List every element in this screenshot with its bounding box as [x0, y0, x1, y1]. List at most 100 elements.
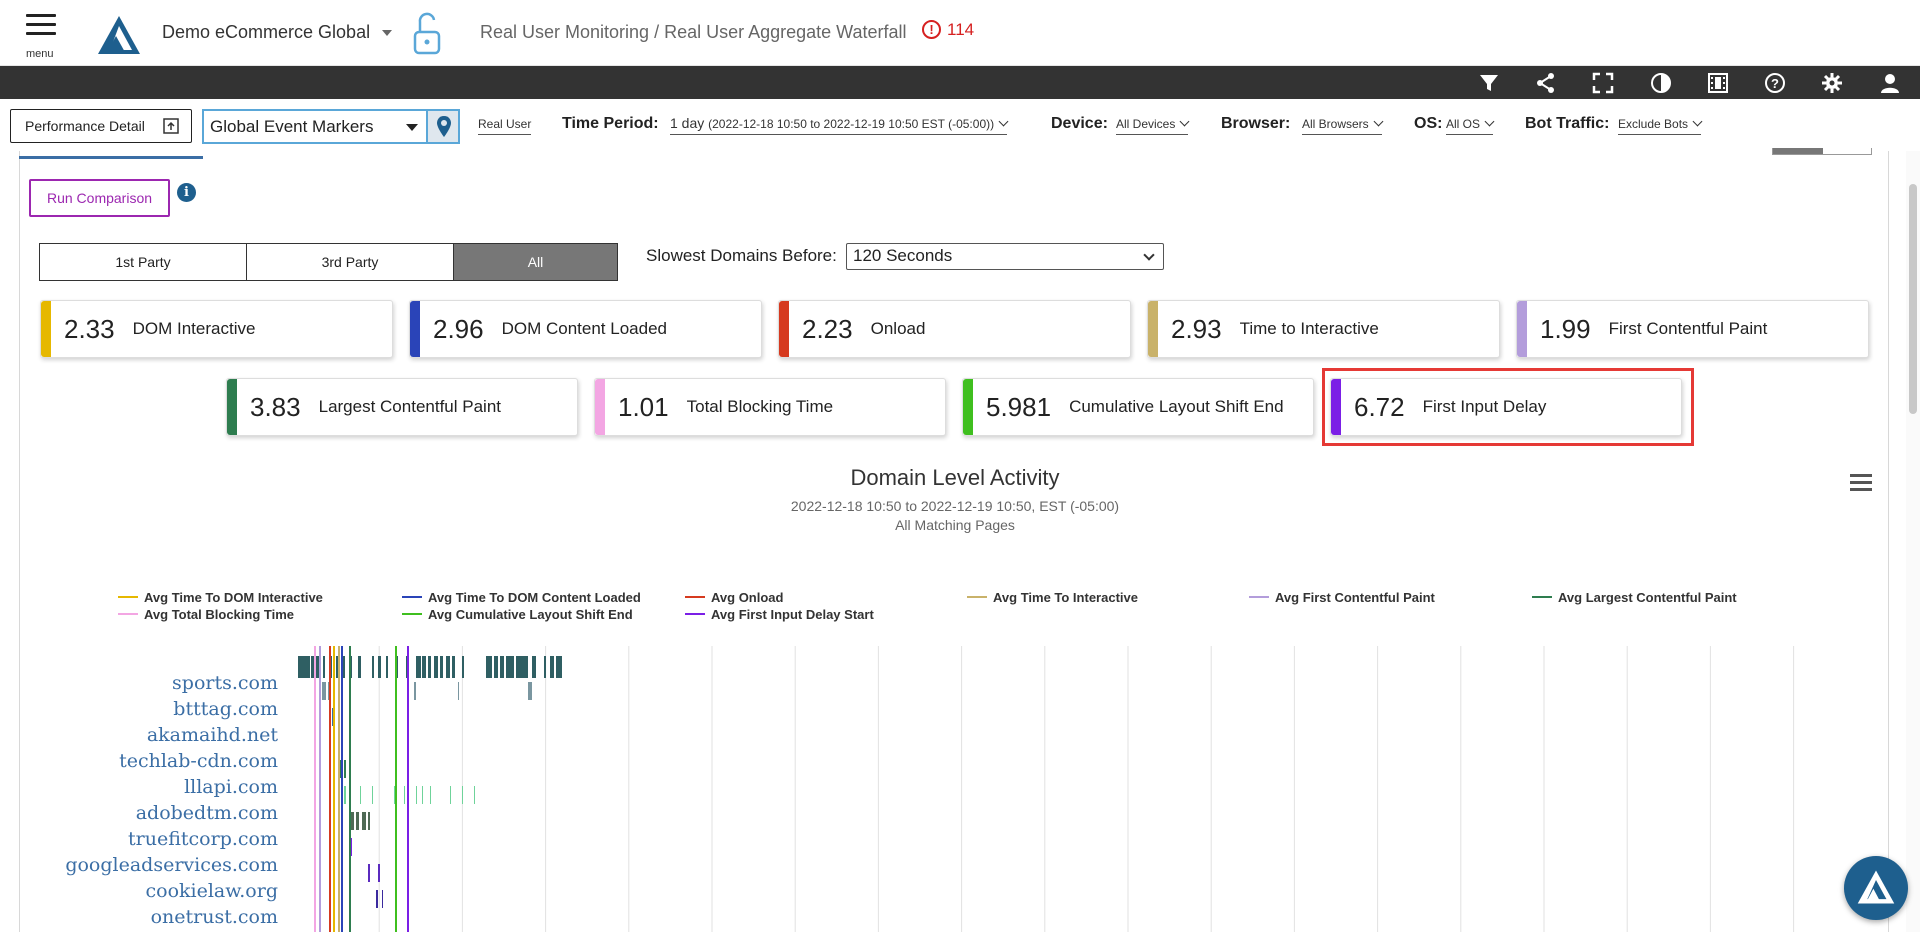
metric-value: 2.96 — [433, 313, 484, 344]
share-icon[interactable] — [1535, 72, 1557, 94]
user-icon[interactable] — [1879, 72, 1901, 94]
domain-label[interactable]: techlab-cdn.com — [119, 750, 278, 772]
tab-3rd-party[interactable]: 3rd Party — [246, 243, 454, 281]
domain-label[interactable]: cookielaw.org — [146, 880, 279, 902]
device-select[interactable]: All Devices — [1116, 116, 1190, 135]
data-source-select[interactable]: Real User — [478, 117, 532, 135]
activity-bar — [404, 786, 405, 804]
activity-bar — [486, 656, 492, 678]
domain-label[interactable]: lllapi.com — [184, 776, 278, 798]
tab-all[interactable]: All — [453, 243, 618, 281]
info-icon[interactable]: i — [177, 183, 196, 202]
activity-bar — [344, 760, 346, 778]
metric-label: DOM Interactive — [132, 319, 256, 338]
activity-bar — [368, 864, 370, 882]
app-logo-icon — [1857, 870, 1895, 904]
metric-value: 2.93 — [1171, 313, 1222, 344]
legend-item[interactable]: Avg Onload — [685, 590, 783, 605]
metric-value: 2.33 — [64, 313, 115, 344]
metric-value: 1.01 — [618, 391, 669, 422]
legend-item[interactable]: Avg Time To DOM Content Loaded — [402, 590, 641, 605]
bot-traffic-value: Exclude Bots — [1618, 117, 1689, 131]
legend-item[interactable]: Avg First Contentful Paint — [1249, 590, 1435, 605]
fullscreen-icon[interactable] — [1592, 72, 1614, 94]
activity-bar — [376, 890, 378, 908]
activity-bar — [422, 656, 426, 678]
activity-bar — [522, 656, 528, 678]
chevron-down-icon — [1143, 249, 1155, 261]
svg-text:?: ? — [1771, 76, 1779, 91]
highlight-box — [1322, 368, 1694, 446]
legend-item[interactable]: Avg First Input Delay Start — [685, 607, 874, 622]
legend-swatch — [402, 613, 422, 615]
activity-bar — [344, 786, 346, 804]
chart-subtitle: 2022-12-18 10:50 to 2022-12-19 10:50, ES… — [790, 498, 1120, 514]
legend-item[interactable]: Avg Time To DOM Interactive — [118, 590, 323, 605]
filter-bar: Performance Detail Global Event Markers … — [0, 99, 1920, 151]
assistant-button[interactable] — [1844, 856, 1908, 920]
domain-label[interactable]: sports.com — [172, 672, 278, 694]
metric-value: 1.99 — [1540, 313, 1591, 344]
browser-select[interactable]: All Browsers — [1302, 116, 1384, 135]
activity-bar — [516, 656, 522, 678]
activity-bar — [500, 656, 504, 678]
os-select[interactable]: All OS — [1446, 116, 1495, 135]
app-header: menu Demo eCommerce Global Real User Mon… — [0, 0, 1920, 66]
legend-label: Avg Cumulative Layout Shift End — [428, 607, 633, 622]
domain-label[interactable]: akamaihd.net — [147, 724, 278, 746]
legend-label: Avg Time To Interactive — [993, 590, 1138, 605]
tab-1st-party[interactable]: 1st Party — [39, 243, 247, 281]
help-icon[interactable]: ? — [1764, 72, 1786, 94]
metric-label: DOM Content Loaded — [501, 319, 667, 338]
slowest-domains-select[interactable]: 120 Seconds — [846, 243, 1164, 270]
domain-label[interactable]: adobedtm.com — [136, 802, 278, 824]
device-value: All Devices — [1116, 117, 1176, 131]
legend-item[interactable]: Avg Total Blocking Time — [118, 607, 294, 622]
legend-swatch — [402, 596, 422, 598]
legend-item[interactable]: Avg Largest Contentful Paint — [1532, 590, 1737, 605]
legend-label: Avg Total Blocking Time — [144, 607, 295, 622]
device-label: Device: — [1051, 115, 1108, 132]
activity-bar — [528, 682, 532, 700]
chevron-down-icon[interactable] — [382, 30, 392, 36]
menu-button[interactable] — [26, 14, 58, 48]
activity-bar — [494, 656, 498, 678]
contrast-icon[interactable] — [1650, 72, 1672, 94]
metric-card: 2.93 Time to Interactive — [1147, 300, 1500, 358]
view-toggle[interactable] — [1772, 148, 1872, 155]
scrollbar-thumb[interactable] — [1909, 184, 1917, 414]
run-comparison-button[interactable]: Run Comparison — [29, 179, 170, 217]
chart-menu-icon[interactable] — [1850, 474, 1872, 494]
domain-label[interactable]: truefitcorp.com — [128, 828, 278, 850]
metric-label: First Contentful Paint — [1608, 319, 1768, 338]
activity-bar — [386, 656, 388, 678]
event-marker-pin-button[interactable] — [426, 109, 460, 144]
metric-color-bar — [1517, 301, 1527, 357]
metric-card: 2.33 DOM Interactive — [40, 300, 393, 358]
legend-label: Avg Time To DOM Interactive — [144, 590, 323, 605]
legend-label: Avg Largest Contentful Paint — [1558, 590, 1737, 605]
film-icon[interactable] — [1707, 72, 1729, 94]
settings-icon[interactable] — [1821, 72, 1843, 94]
event-markers-select[interactable]: Global Event Markers — [202, 109, 428, 144]
activity-bar — [298, 656, 310, 678]
chevron-down-icon — [998, 116, 1009, 127]
domain-label[interactable]: btttag.com — [173, 698, 278, 720]
app-selector[interactable]: Demo eCommerce Global — [162, 22, 370, 43]
bot-traffic-select[interactable]: Exclude Bots — [1618, 116, 1703, 135]
legend-item[interactable]: Avg Cumulative Layout Shift End — [402, 607, 633, 622]
alert-indicator[interactable]: ! 114 — [922, 20, 974, 40]
activity-bar — [556, 656, 562, 678]
activity-bar — [550, 656, 554, 678]
time-period-select[interactable]: 1 day (2022-12-18 10:50 to 2022-12-19 10… — [670, 115, 1009, 135]
legend-item[interactable]: Avg Time To Interactive — [967, 590, 1138, 605]
slowest-domains-label: Slowest Domains Before: — [646, 246, 837, 265]
filter-icon[interactable] — [1478, 72, 1500, 94]
activity-bar — [532, 656, 536, 678]
domain-label[interactable]: googleadservices.com — [65, 854, 278, 876]
chevron-down-icon — [406, 124, 418, 131]
domain-label[interactable]: onetrust.com — [151, 906, 278, 928]
unlock-icon[interactable] — [410, 12, 444, 56]
metric-label: Cumulative Layout Shift End — [1069, 397, 1284, 416]
performance-detail-button[interactable]: Performance Detail — [10, 109, 192, 143]
